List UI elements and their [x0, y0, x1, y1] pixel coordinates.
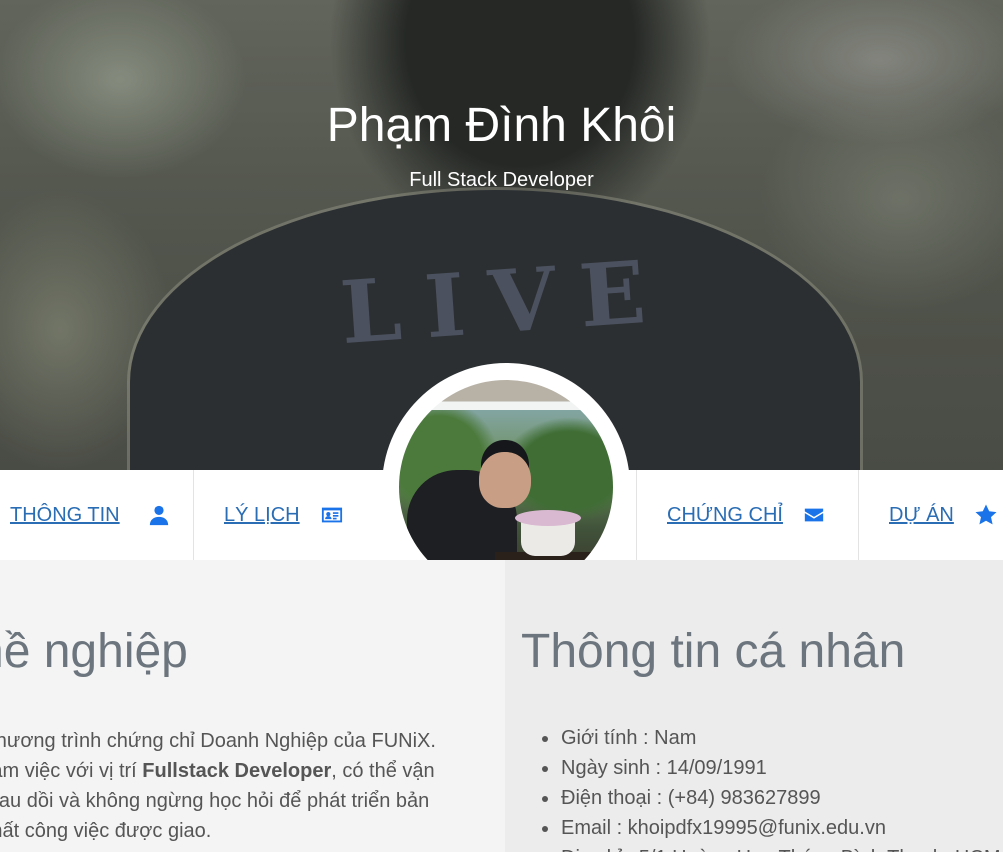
user-icon — [149, 505, 168, 526]
nav-divider — [193, 470, 194, 560]
info-birthday: Ngày sinh : 14/09/1991 — [540, 753, 1003, 783]
nav-item-info[interactable]: THÔNG TIN — [10, 470, 170, 560]
career-line: ợc trau dồi và không ngừng học hỏi để ph… — [0, 790, 430, 812]
info-gender: Giới tính : Nam — [540, 723, 1003, 753]
nav-divider — [858, 470, 859, 560]
career-line: nh chương trình chứng chỉ Doanh Nghiệp c… — [0, 730, 436, 752]
career-role-highlight: Fullstack Developer — [142, 760, 332, 782]
personal-info-list: Giới tính : Nam Ngày sinh : 14/09/1991 Đ… — [540, 723, 1003, 852]
nav-item-label: DỰ ÁN — [889, 503, 954, 526]
career-line: ực làm việc với vị trí Fullstack Develop… — [0, 756, 503, 786]
nav-item-label: THÔNG TIN — [10, 503, 120, 526]
nav-item-label: LÝ LỊCH — [224, 503, 300, 526]
career-line-part: ực làm việc với vị trí — [0, 760, 137, 782]
info-email: Email : khoipdfx19995@funix.edu.vn — [540, 813, 1003, 843]
nav-item-projects[interactable]: DỰ ÁN — [889, 470, 998, 560]
career-line: ốt nhất công việc được giao. — [0, 820, 212, 842]
career-objective-text: nh chương trình chứng chỉ Doanh Nghiệp c… — [0, 726, 503, 846]
hero-job-title: Full Stack Developer — [409, 169, 594, 191]
hero-name: Phạm Đình Khôi — [326, 99, 677, 152]
nav-item-resume[interactable]: LÝ LỊCH — [224, 470, 344, 560]
avatar-face — [479, 452, 531, 508]
star-icon — [975, 504, 997, 525]
id-card-icon — [321, 507, 342, 523]
career-heading: hề nghiệp — [0, 625, 188, 678]
nav-divider — [636, 470, 637, 560]
nav-item-label: CHỨNG CHỈ — [667, 503, 783, 526]
avatar-flowers — [515, 510, 581, 526]
nav-item-certificates[interactable]: CHỨNG CHỈ — [667, 470, 825, 560]
personal-info-heading: Thông tin cá nhân — [521, 625, 906, 678]
info-address: Địa chỉ : 5/1 Hoàng Hoa Thám, Bình Thạnh… — [540, 843, 1003, 852]
envelope-icon — [804, 508, 824, 522]
career-line-part: , có thể vận — [331, 760, 435, 782]
info-phone: Điện thoại : (+84) 983627899 — [540, 783, 1003, 813]
